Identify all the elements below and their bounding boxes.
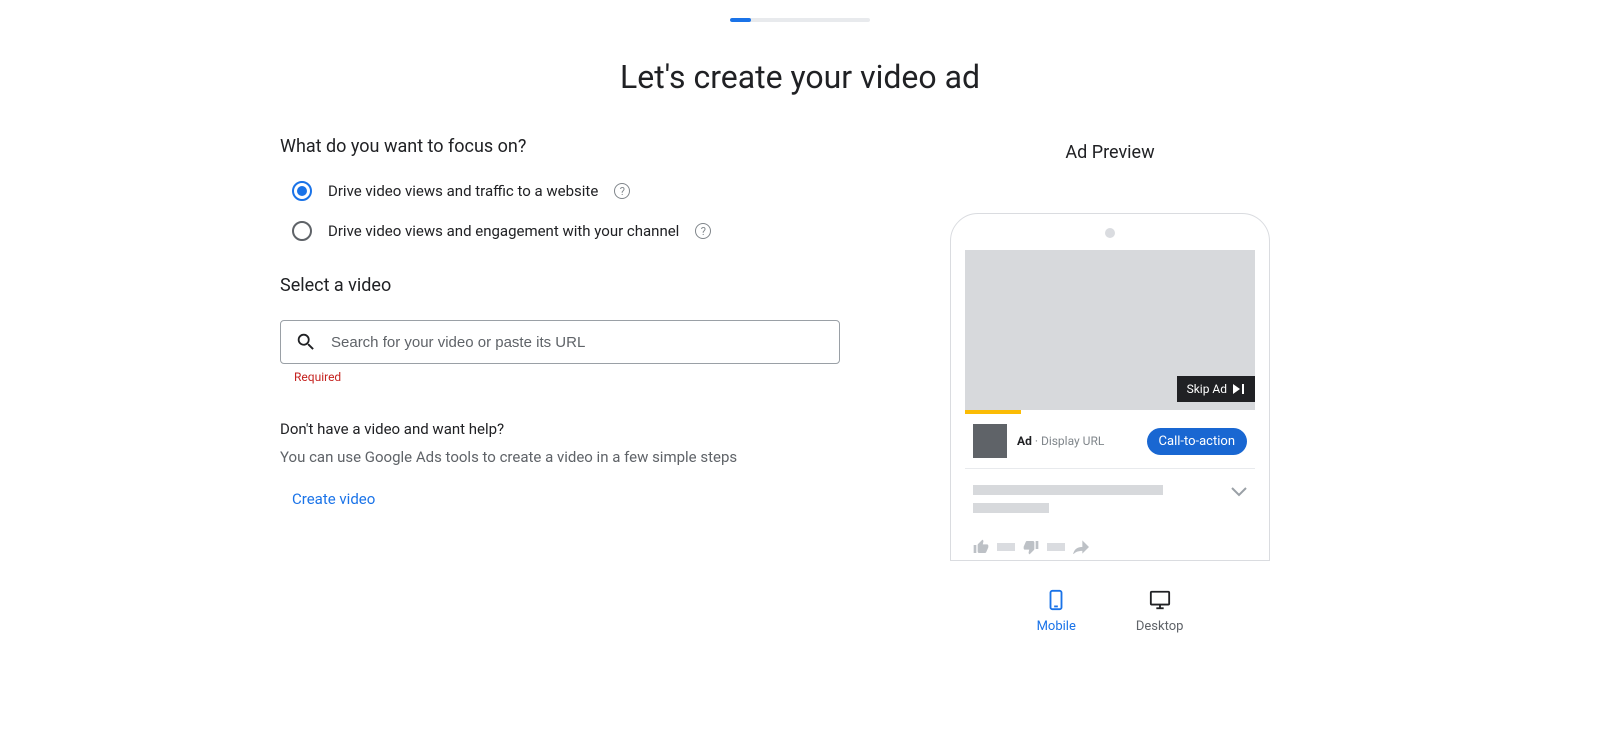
video-search-box[interactable] — [280, 320, 840, 364]
preview-tabs: Mobile Desktop — [900, 589, 1320, 634]
share-icon — [1073, 540, 1089, 554]
thumbs-down-icon — [1023, 539, 1039, 555]
radio-button-selected[interactable] — [292, 181, 312, 201]
radio-button-unselected[interactable] — [292, 221, 312, 241]
desktop-icon — [1149, 589, 1171, 611]
placeholder-box — [1047, 543, 1065, 551]
radio-label: Drive video views and engagement with yo… — [328, 222, 679, 240]
help-icon[interactable]: ? — [695, 223, 711, 239]
ad-info-row: Ad · Display URL Call-to-action — [965, 414, 1255, 469]
page-title: Let's create your video ad — [0, 58, 1600, 96]
placeholder-line — [973, 485, 1163, 495]
display-url-label: Display URL — [1041, 434, 1104, 448]
search-input[interactable] — [331, 334, 825, 351]
content-placeholder — [965, 469, 1255, 555]
required-label: Required — [294, 370, 840, 384]
select-video-heading: Select a video — [280, 275, 840, 296]
progress-bar-fill — [730, 18, 751, 22]
tab-desktop-label: Desktop — [1136, 619, 1184, 634]
help-icon[interactable]: ? — [614, 183, 630, 199]
radio-label: Drive video views and traffic to a websi… — [328, 182, 598, 200]
chevron-down-icon — [1231, 487, 1247, 497]
create-video-link[interactable]: Create video — [280, 490, 840, 508]
focus-option-engagement[interactable]: Drive video views and engagement with yo… — [280, 221, 840, 241]
preview-column: Ad Preview Skip Ad Ad · Display URL — [900, 136, 1320, 634]
focus-option-traffic[interactable]: Drive video views and traffic to a websi… — [280, 181, 840, 201]
phone-mockup: Skip Ad Ad · Display URL Call-to-action — [950, 213, 1270, 561]
form-column: What do you want to focus on? Drive vide… — [280, 136, 840, 634]
placeholder-box — [997, 543, 1015, 551]
ad-thumbnail — [973, 424, 1007, 458]
thumbs-up-icon — [973, 539, 989, 555]
preview-title: Ad Preview — [900, 142, 1320, 163]
skip-forward-icon — [1233, 384, 1245, 394]
search-icon — [295, 331, 317, 353]
tab-mobile-label: Mobile — [1037, 619, 1076, 634]
focus-heading: What do you want to focus on? — [280, 136, 840, 157]
video-placeholder: Skip Ad — [965, 250, 1255, 410]
ad-text: Ad · Display URL — [1017, 434, 1137, 448]
cta-button[interactable]: Call-to-action — [1147, 428, 1247, 455]
phone-camera-icon — [1105, 228, 1115, 238]
help-heading: Don't have a video and want help? — [280, 420, 840, 438]
placeholder-line — [973, 503, 1049, 513]
help-text: You can use Google Ads tools to create a… — [280, 448, 840, 466]
tab-mobile[interactable]: Mobile — [1037, 589, 1076, 634]
progress-bar — [730, 18, 870, 22]
mobile-icon — [1045, 589, 1067, 611]
skip-ad-label: Skip Ad — [1187, 382, 1227, 396]
skip-ad-button[interactable]: Skip Ad — [1177, 376, 1255, 402]
ad-badge: Ad — [1017, 434, 1032, 448]
tab-desktop[interactable]: Desktop — [1136, 589, 1184, 634]
